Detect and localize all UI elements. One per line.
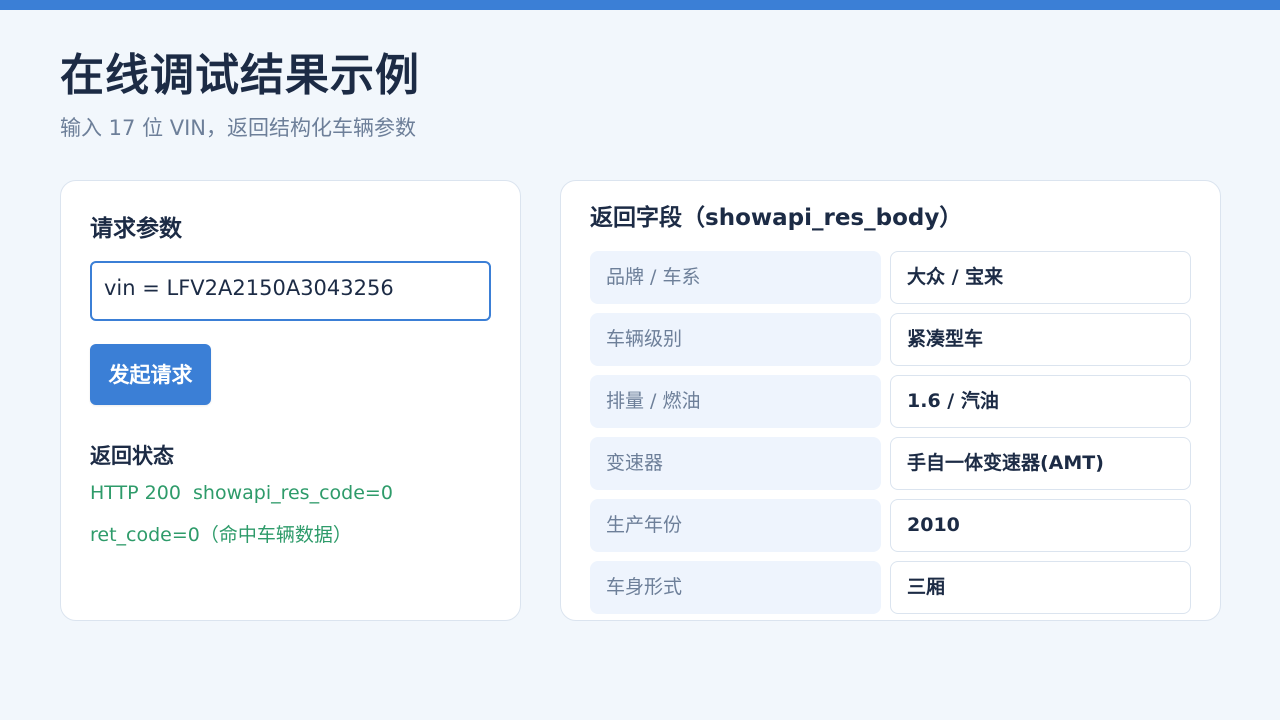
field-label: 变速器	[590, 437, 881, 490]
field-row-production-year: 生产年份 2010	[590, 499, 1192, 552]
page-title: 在线调试结果示例	[60, 50, 420, 101]
field-value: 手自一体变速器(AMT)	[890, 437, 1191, 490]
vin-input[interactable]: vin = LFV2A2150A3043256	[90, 261, 491, 321]
field-label: 生产年份	[590, 499, 881, 552]
field-value: 三厢	[890, 561, 1191, 614]
field-row-displacement-fuel: 排量 / 燃油 1.6 / 汽油	[590, 375, 1192, 428]
status-section-title: 返回状态	[90, 444, 174, 468]
request-panel: 请求参数 vin = LFV2A2150A3043256 发起请求 返回状态 H…	[60, 180, 521, 621]
field-row-body-style: 车身形式 三厢	[590, 561, 1192, 614]
submit-request-button[interactable]: 发起请求	[90, 344, 211, 405]
field-label: 车身形式	[590, 561, 881, 614]
field-value: 紧凑型车	[890, 313, 1191, 366]
field-label: 车辆级别	[590, 313, 881, 366]
field-label: 排量 / 燃油	[590, 375, 881, 428]
request-section-title: 请求参数	[90, 216, 182, 242]
field-value: 2010	[890, 499, 1191, 552]
field-value: 1.6 / 汽油	[890, 375, 1191, 428]
field-value: 大众 / 宝来	[890, 251, 1191, 304]
field-row-transmission: 变速器 手自一体变速器(AMT)	[590, 437, 1192, 490]
top-accent-bar	[0, 0, 1280, 10]
field-row-brand-series: 品牌 / 车系 大众 / 宝来	[590, 251, 1192, 304]
page-subtitle: 输入 17 位 VIN，返回结构化车辆参数	[60, 116, 417, 140]
status-line-ret-code: ret_code=0（命中车辆数据）	[90, 524, 352, 546]
response-section-title: 返回字段（showapi_res_body）	[590, 205, 963, 231]
response-panel: 返回字段（showapi_res_body） 品牌 / 车系 大众 / 宝来 车…	[560, 180, 1221, 621]
status-line-http: HTTP 200 showapi_res_code=0	[90, 482, 393, 504]
field-row-vehicle-class: 车辆级别 紧凑型车	[590, 313, 1192, 366]
field-label: 品牌 / 车系	[590, 251, 881, 304]
